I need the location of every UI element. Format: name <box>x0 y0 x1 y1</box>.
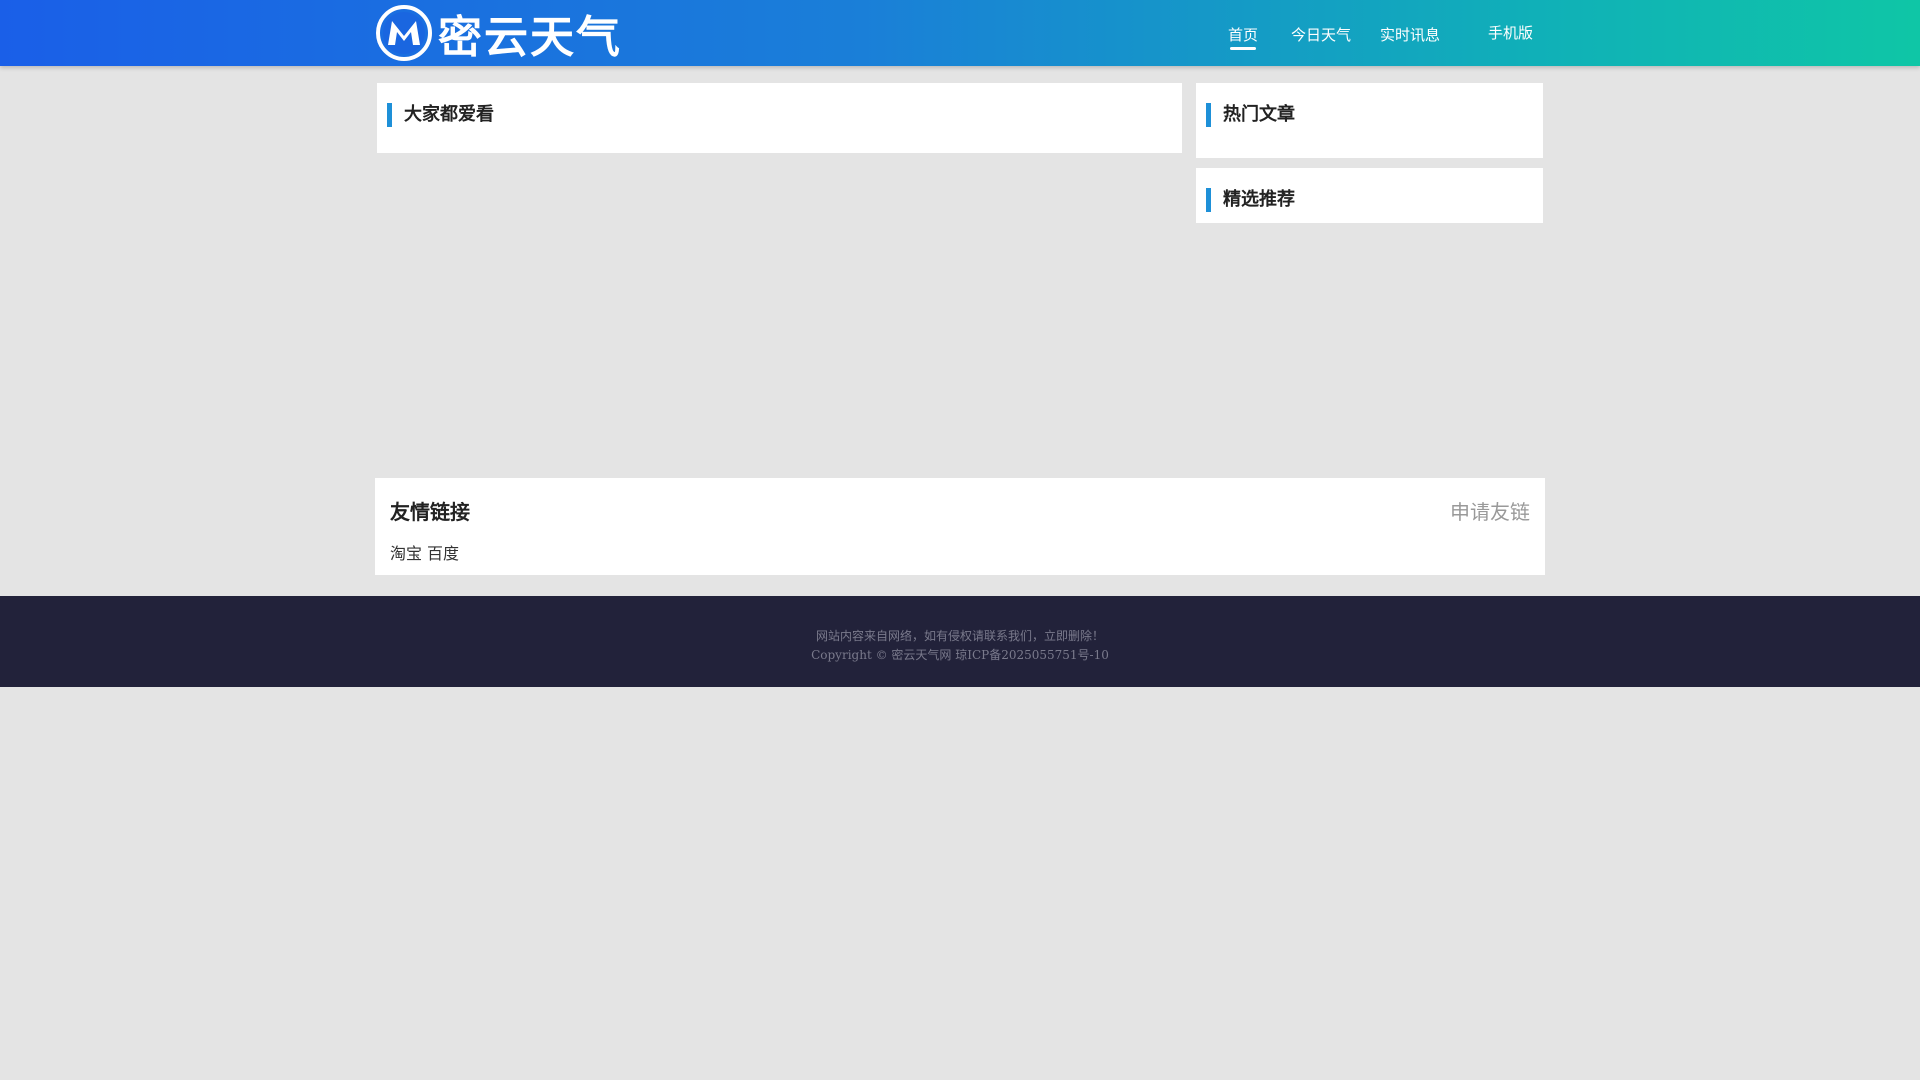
footer-disclaimer: 网站内容来自网络，如有侵权请联系我们，立即删除！ <box>815 629 1104 643</box>
footer-copyright: Copyright © 密云天气网 琼ICP备2025055751号-10 <box>811 648 1109 662</box>
apply-friend-link[interactable]: 申请友链 <box>1450 496 1530 525</box>
logo-m-icon <box>376 5 432 61</box>
hot-articles-title: 热门文章 <box>1206 103 1295 127</box>
site-name: 密云天气 <box>438 12 622 63</box>
site-header: 密云天气 首页 今日天气 实时讯息 手机版 <box>0 0 1920 66</box>
nav-today-weather[interactable]: 今日天气 <box>1291 24 1351 45</box>
mobile-version-link[interactable]: 手机版 <box>1488 22 1533 43</box>
nav-home[interactable]: 首页 <box>1228 24 1258 50</box>
site-logo[interactable]: 密云天气 <box>376 5 622 63</box>
popular-section-title: 大家都爱看 <box>387 103 494 127</box>
hot-articles-widget: 热门文章 <box>1196 83 1543 158</box>
friend-link-taobao[interactable]: 淘宝 <box>390 540 422 564</box>
friend-link-baidu[interactable]: 百度 <box>427 540 459 564</box>
site-footer: 网站内容来自网络，如有侵权请联系我们，立即删除！ Copyright © 密云天… <box>0 596 1920 687</box>
recommended-title: 精选推荐 <box>1206 188 1295 212</box>
friend-links-list: 淘宝 百度 <box>390 540 459 564</box>
friend-links-section: 友情链接 申请友链 淘宝 百度 <box>375 478 1545 575</box>
friend-links-title: 友情链接 <box>390 500 470 524</box>
nav-realtime-news[interactable]: 实时讯息 <box>1380 24 1440 45</box>
recommended-widget: 精选推荐 <box>1196 168 1543 223</box>
popular-section: 大家都爱看 <box>377 83 1182 153</box>
